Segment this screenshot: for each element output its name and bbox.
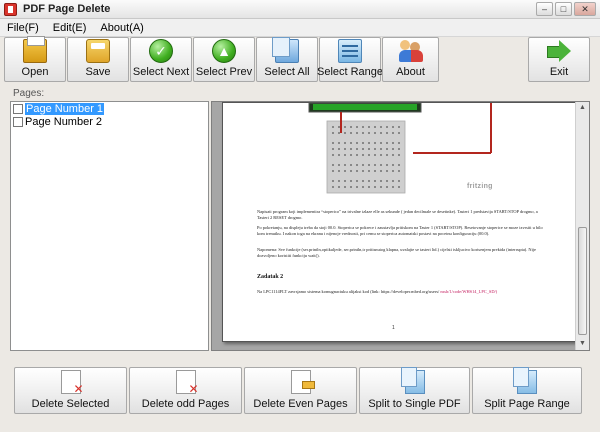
select-next-label: Select Next (132, 66, 190, 78)
save-label: Save (85, 66, 111, 78)
pdf-preview-pane[interactable]: fritzing Napisati program koji implement… (211, 101, 590, 351)
preview-scrollbar[interactable]: ▲ ▼ (575, 102, 589, 350)
delete-even-button[interactable]: Delete Even Pages (244, 367, 357, 414)
open-label: Open (21, 66, 49, 78)
maximize-button[interactable]: □ (555, 2, 572, 16)
doc-paragraph: Napomena: Sve funkcije (ser.println,opti… (257, 247, 536, 258)
folder-open-icon (23, 36, 47, 63)
breadboard-diagram (308, 103, 492, 194)
save-icon (86, 39, 110, 63)
delete-selected-label: Delete Selected (31, 398, 110, 410)
page-item-label: Page Number 1 (25, 102, 105, 115)
pages-stack-icon (272, 37, 299, 63)
menu-bar: File(F) Edit(E) About(A) (0, 19, 600, 37)
select-prev-label: Select Prev (195, 66, 253, 78)
menu-file[interactable]: File(F) (0, 22, 46, 34)
exit-label: Exit (549, 66, 569, 78)
delete-odd-icon (175, 370, 199, 396)
page-checkbox[interactable] (13, 116, 23, 127)
open-button[interactable]: Open (4, 36, 66, 82)
select-all-button[interactable]: Select All (256, 37, 318, 82)
delete-odd-label: Delete odd Pages (141, 398, 230, 410)
toolbar: Open Save ✓ Select Next ▲ Select Prev Se… (0, 36, 600, 84)
pdf-page: fritzing Napisati program koji implement… (222, 102, 577, 342)
select-prev-button[interactable]: ▲ Select Prev (193, 37, 255, 82)
scroll-up-arrow-icon[interactable]: ▲ (576, 102, 589, 114)
doc-paragraph: Po pokretanju, na displeju treba da stoj… (257, 225, 543, 236)
exit-button[interactable]: Exit (528, 37, 590, 82)
pages-list[interactable]: Page Number 1 Page Number 2 (10, 101, 209, 351)
doc-paragraph: Napisati program koji implementira “stop… (257, 209, 538, 220)
scroll-down-arrow-icon[interactable]: ▼ (576, 338, 589, 350)
doc-paragraph: Na LPC1114FLT zavrsjamo sistema komugnac… (257, 289, 547, 295)
split-pages-icon (400, 367, 425, 394)
scroll-thumb[interactable] (578, 227, 587, 335)
title-bar: PDF Page Delete – □ ✕ (0, 0, 600, 19)
window-title: PDF Page Delete (23, 3, 111, 15)
split-single-label: Split to Single PDF (368, 398, 461, 410)
minimize-button[interactable]: – (536, 2, 553, 16)
about-label: About (396, 66, 425, 78)
window-controls: – □ ✕ (536, 2, 596, 16)
split-range-label: Split Page Range (484, 398, 570, 410)
split-range-icon (513, 367, 537, 394)
select-next-button[interactable]: ✓ Select Next (130, 37, 192, 82)
page-checkbox[interactable] (13, 103, 23, 114)
doc-page-number: 1 (392, 325, 395, 331)
page-item-label: Page Number 2 (25, 115, 103, 128)
split-range-button[interactable]: Split Page Range (472, 367, 582, 414)
page-list-item[interactable]: Page Number 2 (11, 115, 208, 128)
about-button[interactable]: About (382, 37, 439, 82)
app-pdf-icon (4, 2, 17, 16)
delete-odd-button[interactable]: Delete odd Pages (129, 367, 242, 414)
save-button[interactable]: Save (67, 37, 129, 82)
fritzing-label: fritzing (467, 183, 493, 190)
select-range-label: Select Range (316, 66, 384, 78)
select-all-label: Select All (264, 66, 310, 78)
action-bar: Delete Selected Delete odd Pages Delete … (14, 367, 582, 414)
delete-even-icon (290, 370, 315, 394)
pages-label: Pages: (13, 88, 45, 99)
doc-link[interactable]: nssh/1/code/WHS14_LPC_SD/) (440, 289, 497, 294)
up-arrow-circle-icon: ▲ (212, 39, 236, 63)
range-list-icon (338, 39, 362, 63)
delete-even-label: Delete Even Pages (253, 398, 348, 410)
menu-about[interactable]: About(A) (93, 22, 150, 34)
exit-arrow-icon (547, 39, 571, 63)
doc-paragraph-text: Na LPC1114FLT zavrsjamo sistema komugnac… (257, 289, 440, 294)
doc-heading: Zadatak 2 (257, 274, 284, 280)
menu-edit[interactable]: Edit(E) (46, 22, 94, 34)
delete-page-icon (60, 370, 84, 396)
split-single-button[interactable]: Split to Single PDF (359, 367, 470, 414)
select-range-button[interactable]: Select Range (316, 37, 384, 82)
page-list-item[interactable]: Page Number 1 (11, 102, 208, 115)
close-button[interactable]: ✕ (574, 2, 596, 16)
check-circle-icon: ✓ (149, 39, 173, 63)
people-icon (398, 39, 423, 63)
delete-selected-button[interactable]: Delete Selected (14, 367, 127, 414)
